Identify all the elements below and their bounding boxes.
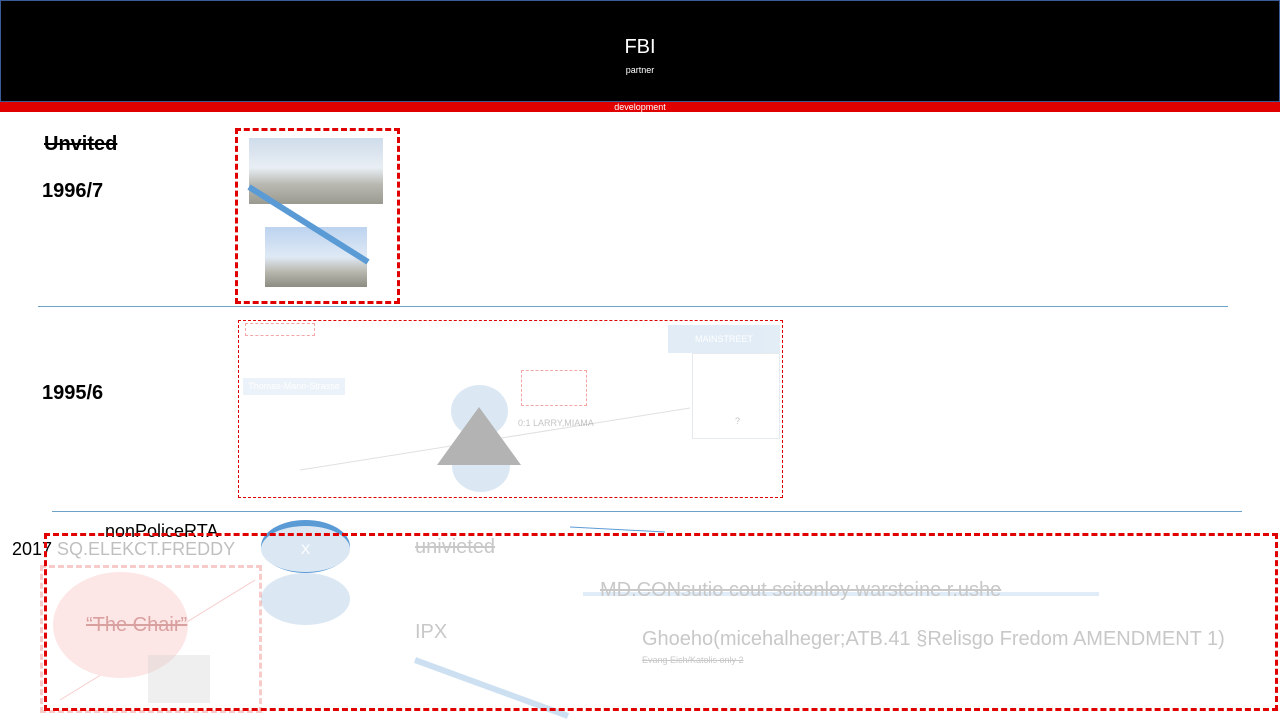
mainstreet-box: MAINSTREET	[668, 325, 780, 353]
mainstreet-panel	[692, 353, 780, 439]
short-blue-line	[569, 526, 666, 533]
question-mark: ?	[735, 416, 741, 426]
divider-1	[38, 306, 1228, 307]
bottom-frame	[44, 533, 1278, 711]
triangle-shape	[437, 407, 521, 465]
larry-text: 0:1 LARRY,MIAMA	[518, 418, 594, 428]
small-tag-box	[245, 323, 315, 336]
diagonal-blue-line-1	[247, 184, 370, 265]
inner-dashed-box	[521, 370, 587, 406]
divider-2	[52, 511, 1242, 512]
year-1995-label: 1995/6	[42, 382, 104, 404]
street-label-box: Thomas-Mann-Strasse	[243, 378, 345, 395]
